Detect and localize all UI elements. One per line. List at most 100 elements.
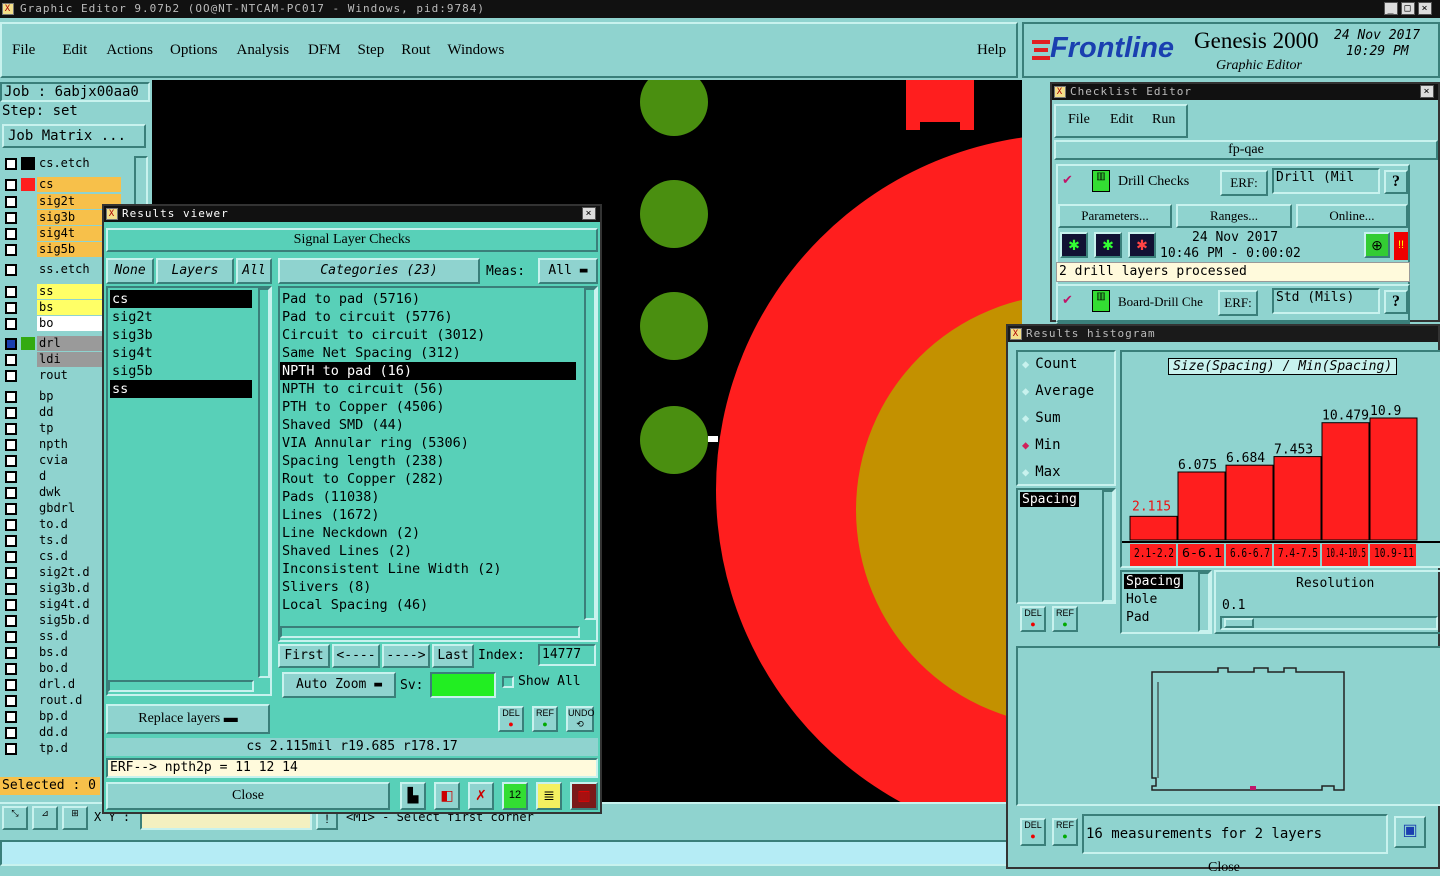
attr-item[interactable]: Hole — [1124, 592, 1159, 607]
erf-label-button-2[interactable]: ERF: — [1218, 290, 1258, 316]
index-input[interactable]: 14777 — [538, 644, 596, 666]
layer-checkbox[interactable] — [5, 679, 17, 691]
tool-icon-5[interactable]: ≣ — [536, 782, 562, 810]
category-item[interactable]: Circuit to circuit (3012) — [280, 326, 576, 344]
category-item[interactable]: NPTH to circuit (56) — [280, 380, 576, 398]
layer-checkbox[interactable] — [5, 354, 17, 366]
run-icon-1[interactable]: ✱ — [1060, 232, 1088, 258]
category-item[interactable]: Local Spacing (46) — [280, 596, 576, 614]
run-icon-3[interactable]: ✱ — [1128, 232, 1156, 258]
drill-help-button[interactable]: ? — [1384, 170, 1408, 194]
layer-checkbox[interactable] — [5, 228, 17, 240]
menu-item-windows[interactable]: Windows — [447, 42, 504, 59]
menu-item-actions[interactable]: Actions — [106, 42, 153, 59]
ref-button[interactable]: REF ● — [532, 706, 558, 732]
result-layer-item[interactable]: sig2t — [110, 308, 252, 326]
layer-checkbox[interactable] — [5, 391, 17, 403]
tool-icon-2[interactable]: ◧ — [434, 782, 460, 810]
layer-checkbox[interactable] — [5, 567, 17, 579]
auto-zoom-select[interactable]: Auto Zoom ▬ — [282, 672, 396, 698]
measure-list-scroll[interactable] — [1102, 490, 1114, 602]
first-button[interactable]: First — [278, 644, 330, 668]
layer-checkbox[interactable] — [5, 212, 17, 224]
layer-checkbox[interactable] — [5, 196, 17, 208]
layer-checkbox[interactable] — [5, 663, 17, 675]
tool-icon-3[interactable]: ✗ — [468, 782, 494, 810]
minimize-button[interactable]: _ — [1384, 2, 1398, 15]
resolution-slider[interactable] — [1220, 616, 1438, 630]
grid-tool-icon[interactable]: ⊞ — [62, 806, 88, 830]
hist-window-icon[interactable]: ▣ — [1394, 816, 1426, 848]
erf-value-field-2[interactable]: Std (Mils) — [1272, 288, 1380, 314]
checklist-menu-run[interactable]: Run — [1152, 112, 1175, 128]
layer-checkbox[interactable] — [5, 647, 17, 659]
layer-checkbox[interactable] — [5, 503, 17, 515]
tool-icon-4[interactable]: 12 — [502, 782, 528, 810]
measure-tool-icon[interactable]: ⊿ — [32, 806, 58, 830]
layer-checkbox[interactable] — [5, 158, 17, 170]
show-all-checkbox[interactable] — [502, 676, 514, 688]
sv-color-select[interactable] — [430, 672, 496, 698]
menu-help[interactable]: Help — [977, 42, 1006, 59]
layer-row-cs[interactable]: cs — [2, 177, 121, 192]
next-button[interactable]: ----> — [382, 644, 430, 668]
checklist-menu-file[interactable]: File — [1068, 112, 1090, 128]
layer-checkbox[interactable] — [5, 423, 17, 435]
category-item[interactable]: Shaved SMD (44) — [280, 416, 576, 434]
categories-button[interactable]: Categories (23) — [278, 258, 480, 284]
ranges-button[interactable]: Ranges... — [1176, 204, 1292, 228]
del-button[interactable]: DEL ● — [498, 706, 524, 732]
category-hscroll[interactable] — [280, 626, 580, 638]
menu-item-options[interactable]: Options — [170, 42, 218, 59]
histogram-icon[interactable]: ▥ — [570, 782, 598, 810]
board-drill-checkbox[interactable]: ✔ — [1062, 292, 1073, 308]
menu-item-file[interactable]: File — [12, 42, 35, 59]
checklist-menu-edit[interactable]: Edit — [1110, 112, 1133, 128]
all-button[interactable]: All — [236, 258, 272, 284]
histogram-bar[interactable] — [1321, 422, 1370, 541]
layer-checkbox[interactable] — [5, 727, 17, 739]
menu-item-dfm[interactable]: DFM — [308, 42, 341, 59]
category-item[interactable]: Line Neckdown (2) — [280, 524, 576, 542]
alert-icon[interactable]: !! — [1394, 232, 1408, 260]
layer-checkbox[interactable] — [5, 631, 17, 643]
category-item[interactable]: Lines (1672) — [280, 506, 576, 524]
checklist-close-x[interactable]: × — [1420, 85, 1434, 98]
layer-checkbox[interactable] — [5, 455, 17, 467]
layer-checkbox[interactable] — [5, 244, 17, 256]
attr-item[interactable]: Pad — [1124, 610, 1151, 625]
layer-checkbox[interactable] — [5, 711, 17, 723]
layer-checkbox[interactable] — [5, 370, 17, 382]
layer-checkbox[interactable] — [5, 487, 17, 499]
category-item[interactable]: Inconsistent Line Width (2) — [280, 560, 576, 578]
category-vscroll[interactable] — [584, 288, 596, 620]
erf-value-field[interactable]: Drill (Mil — [1272, 168, 1380, 194]
meas-select[interactable]: All ▬ — [538, 258, 598, 284]
category-item[interactable]: Rout to Copper (282) — [280, 470, 576, 488]
layer-checkbox[interactable] — [5, 535, 17, 547]
histogram-bar[interactable] — [1129, 515, 1178, 541]
category-item[interactable]: Slivers (8) — [280, 578, 576, 596]
mode-sum[interactable]: ◆ Sum — [1022, 410, 1061, 426]
measure-item[interactable]: Spacing — [1020, 492, 1079, 507]
layer-list-vscroll[interactable] — [258, 288, 270, 678]
attr-list-scroll[interactable] — [1198, 572, 1210, 632]
online-button[interactable]: Online... — [1296, 204, 1408, 228]
close-button[interactable]: Close — [106, 782, 390, 810]
hist-ref-button[interactable]: REF ● — [1052, 606, 1078, 632]
category-item[interactable]: Pad to pad (5716) — [280, 290, 576, 308]
layers-button[interactable]: Layers — [156, 258, 234, 284]
replace-layers-button[interactable]: Replace layers ▬ — [106, 704, 270, 734]
result-layer-item[interactable]: sig4t — [110, 344, 252, 362]
histogram-bar[interactable] — [1369, 417, 1418, 541]
layer-row-cs-etch[interactable]: cs.etch — [2, 156, 121, 171]
layer-checkbox[interactable] — [5, 179, 17, 191]
histogram-bar[interactable] — [1177, 471, 1226, 541]
result-layer-item[interactable]: ss — [110, 380, 252, 398]
layer-checkbox[interactable] — [5, 599, 17, 611]
run-icon-2[interactable]: ✱ — [1094, 232, 1122, 258]
undo-button[interactable]: UNDO ⟲ — [566, 706, 595, 732]
menu-item-edit[interactable]: Edit — [62, 42, 87, 59]
category-item[interactable]: Shaved Lines (2) — [280, 542, 576, 560]
layer-checkbox[interactable] — [5, 615, 17, 627]
